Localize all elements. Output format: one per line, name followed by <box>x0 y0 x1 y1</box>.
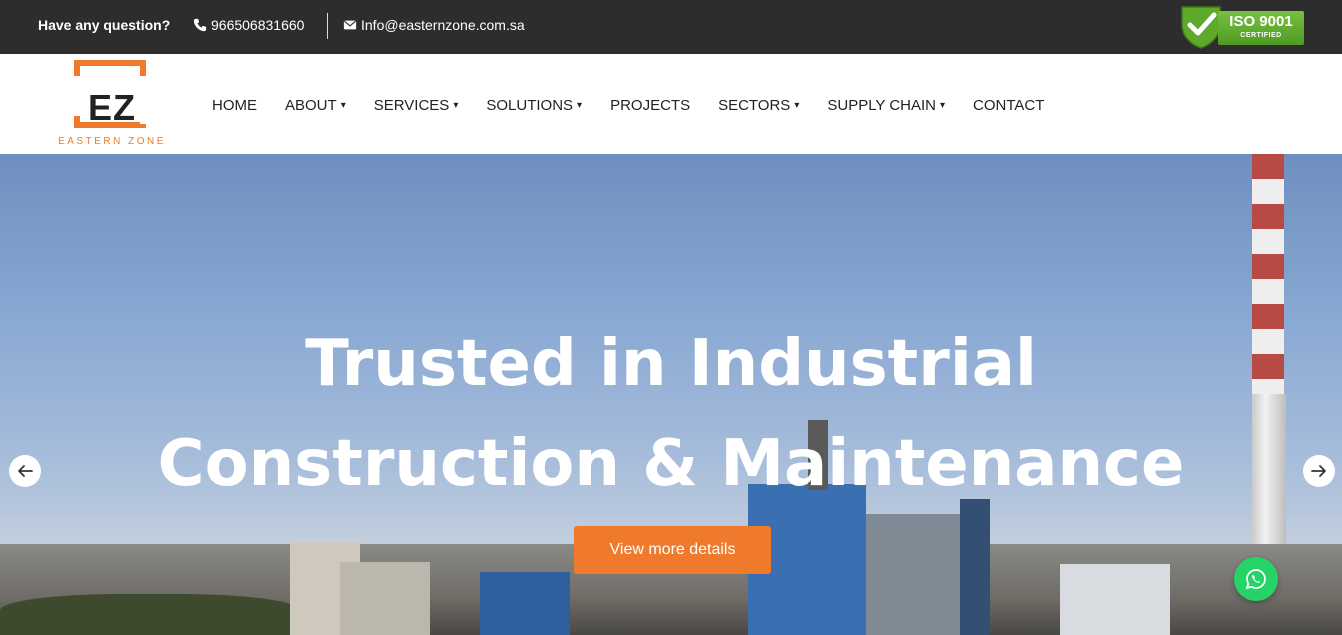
nav-item-home[interactable]: HOME <box>212 97 257 114</box>
nav-item-contact[interactable]: CONTACT <box>973 97 1044 114</box>
nav-item-solutions[interactable]: SOLUTIONS ▾ <box>486 97 582 114</box>
logo-name: EASTERN ZONE <box>58 136 166 147</box>
email-link[interactable]: Info@easternzone.com.sa <box>343 17 525 33</box>
question-label: Have any question? <box>38 17 171 33</box>
iso-badge: ISO 9001 CERTIFIED <box>1178 3 1306 49</box>
whatsapp-chat-button[interactable] <box>1234 557 1278 601</box>
envelope-icon <box>343 20 357 30</box>
logo-mark: EZ <box>88 87 137 128</box>
caret-down-icon: ▾ <box>577 100 583 111</box>
nav-label: PROJECTS <box>610 97 691 114</box>
hero-building <box>865 514 975 635</box>
nav-label: SUPPLY CHAIN <box>827 97 937 114</box>
hero-building <box>480 572 570 635</box>
caret-down-icon: ▾ <box>340 100 346 111</box>
logo-frame-gap-right <box>140 76 146 124</box>
nav-label: HOME <box>212 97 257 114</box>
phone-icon <box>193 18 207 32</box>
iso-label-box: ISO 9001 CERTIFIED <box>1218 11 1304 45</box>
nav-item-sectors[interactable]: SECTORS ▾ <box>718 97 799 114</box>
top-bar: Have any question? 966506831660 Info@eas… <box>0 0 1342 54</box>
view-more-details-button[interactable]: View more details <box>574 526 771 574</box>
hero-headline: Trusted in Industrial Construction & Mai… <box>0 324 1342 524</box>
iso-title: ISO 9001 <box>1229 13 1293 30</box>
email-address: Info@easternzone.com.sa <box>361 17 525 33</box>
nav-label: SOLUTIONS <box>486 97 574 114</box>
nav-item-services[interactable]: SERVICES ▾ <box>374 97 459 114</box>
phone-link[interactable]: 966506831660 <box>193 17 304 33</box>
caret-down-icon: ▾ <box>940 100 946 111</box>
slider-prev-button[interactable] <box>9 455 41 487</box>
caret-down-icon: ▾ <box>794 100 800 111</box>
hero-trees <box>0 594 300 635</box>
logo[interactable]: EZ EASTERN ZONE <box>50 58 170 150</box>
nav-label: SECTORS <box>718 97 791 114</box>
primary-nav: HOME ABOUT ▾ SERVICES ▾ SOLUTIONS ▾ PROJ… <box>212 97 1072 114</box>
arrow-right-icon <box>1311 465 1326 477</box>
iso-subtitle: CERTIFIED <box>1240 32 1282 39</box>
nav-label: SERVICES <box>373 97 450 114</box>
hero-slider: Trusted in Industrial Construction & Mai… <box>0 154 1342 635</box>
hero-building <box>1060 564 1170 635</box>
hero-headline-line2: Construction & Maintenance <box>157 427 1185 501</box>
nav-item-projects[interactable]: PROJECTS <box>610 97 690 114</box>
topbar-divider <box>327 13 328 39</box>
nav-item-supply-chain[interactable]: SUPPLY CHAIN ▾ <box>827 97 945 114</box>
hero-building <box>340 562 430 635</box>
hero-headline-line1: Trusted in Industrial <box>305 327 1037 401</box>
nav-item-about[interactable]: ABOUT ▾ <box>285 97 346 114</box>
nav-label: CONTACT <box>973 97 1045 114</box>
nav-label: ABOUT <box>285 97 337 114</box>
main-navbar: EZ EASTERN ZONE HOME ABOUT ▾ SERVICES ▾ … <box>0 54 1342 154</box>
whatsapp-icon <box>1245 569 1266 590</box>
arrow-left-icon <box>18 465 33 477</box>
logo-frame-gap-left <box>74 76 80 116</box>
caret-down-icon: ▾ <box>453 100 459 111</box>
phone-number: 966506831660 <box>211 17 305 33</box>
slider-next-button[interactable] <box>1303 455 1335 487</box>
